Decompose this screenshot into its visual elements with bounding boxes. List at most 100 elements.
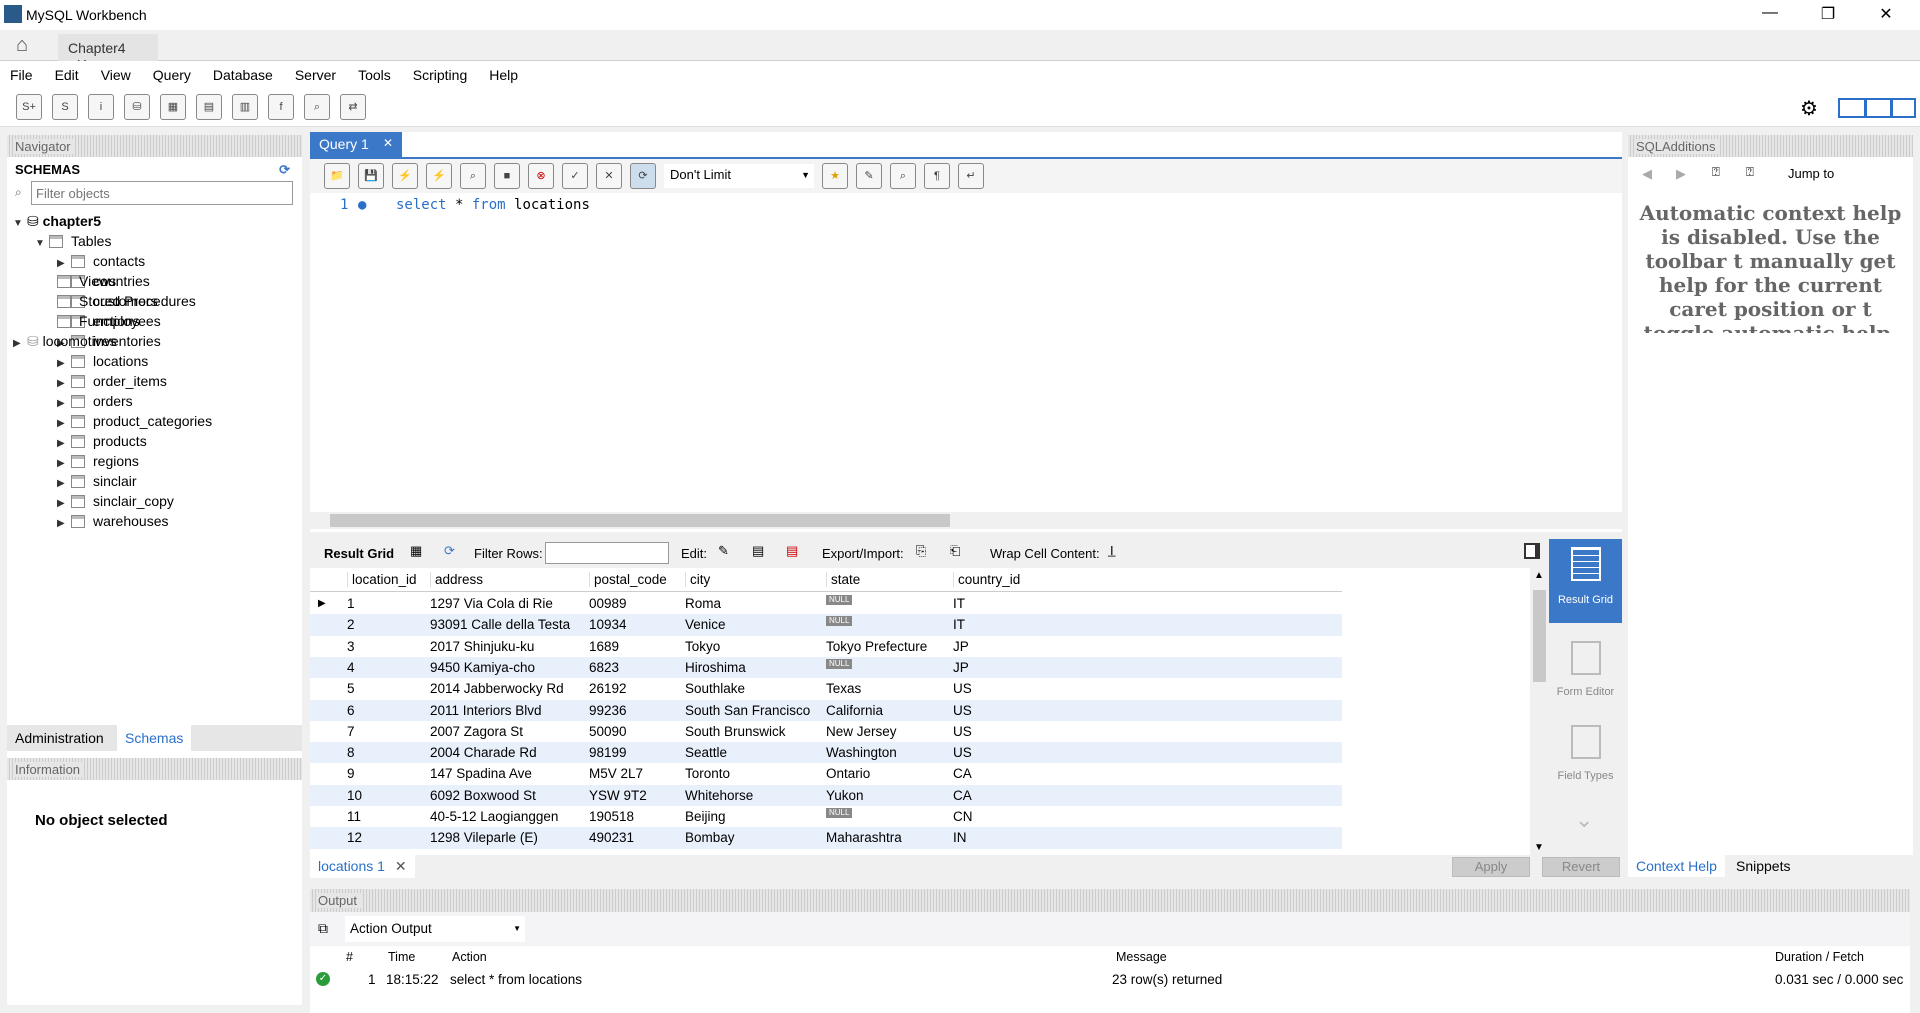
table-row[interactable]: 8 2004 Charade Rd 98199 Seattle Washington US — [310, 742, 1342, 764]
create-schema-icon[interactable]: ⛁ — [124, 94, 150, 120]
cell-location_id[interactable]: 10 — [343, 785, 362, 806]
cell-city[interactable]: Venice — [681, 614, 726, 635]
cell-postal_code[interactable]: YSW 9T2 — [585, 785, 647, 806]
cell-country_id[interactable]: US — [949, 742, 972, 763]
menu-view[interactable]: View — [101, 67, 131, 83]
cell-location_id[interactable]: 6 — [343, 700, 355, 721]
cell-country_id[interactable]: CN — [949, 806, 973, 827]
table-row[interactable]: 9 147 Spadina Ave M5V 2L7 Toronto Ontario CA — [310, 763, 1342, 784]
cell-location_id[interactable]: 12 — [343, 827, 362, 848]
tab-locations-1[interactable]: locations 1 ✕ — [310, 855, 415, 878]
cell-address[interactable]: 2014 Jabberwocky Rd — [426, 678, 564, 699]
grid-view-icon[interactable]: ▦ — [410, 543, 422, 559]
new-sql-tab-icon[interactable]: S+ — [16, 94, 42, 120]
table-node[interactable]: ▶ order_items — [13, 371, 296, 391]
expand-icon[interactable]: ▶ — [57, 514, 71, 534]
create-function-icon[interactable]: f — [268, 94, 294, 120]
table-row[interactable]: 6 2011 Interiors Blvd 99236 South San Franc… — [310, 699, 1342, 721]
cell-city[interactable]: Toronto — [681, 763, 730, 784]
cell-location_id[interactable]: 7 — [343, 721, 355, 742]
filter-rows-input[interactable] — [545, 542, 669, 564]
refresh-icon[interactable]: ⟳ — [279, 162, 290, 178]
menu-query[interactable]: Query — [153, 67, 191, 83]
find-icon[interactable]: ⌕ — [890, 163, 916, 189]
table-row[interactable]: ▶ 1 1297 Via Cola di Rie 00989 Roma NULL IT — [310, 593, 1342, 614]
cell-location_id[interactable]: 4 — [343, 657, 355, 678]
menu-tools[interactable]: Tools — [358, 67, 391, 83]
cell-address[interactable]: 6092 Boxwood St — [426, 785, 536, 806]
invisible-chars-icon[interactable]: ¶ — [924, 163, 950, 189]
cell-address[interactable]: 2007 Zagora St — [426, 721, 523, 742]
toggle-error-icon[interactable]: ⊗ — [528, 163, 554, 189]
import-icon[interactable]: ⎗ — [950, 543, 960, 559]
table-row[interactable]: 12 1298 Vileparle (E) 490231 Bombay Maharash… — [310, 827, 1342, 849]
tab-context-help[interactable]: Context Help — [1628, 855, 1725, 877]
cell-address[interactable]: 1298 Vileparle (E) — [426, 827, 538, 848]
cell-location_id[interactable]: 2 — [343, 614, 355, 635]
cell-city[interactable]: Bombay — [681, 827, 735, 848]
menu-server[interactable]: Server — [295, 67, 336, 83]
column-header[interactable]: state — [826, 572, 953, 587]
cell-postal_code[interactable]: 26192 — [585, 678, 627, 699]
create-table-icon[interactable]: ▦ — [160, 94, 186, 120]
cell-postal_code[interactable]: M5V 2L7 — [585, 763, 643, 784]
wrap-cell-icon[interactable]: I̲ — [1110, 543, 1114, 558]
form-editor-button[interactable]: Form Editor — [1549, 631, 1622, 715]
cell-country_id[interactable]: IT — [949, 614, 965, 635]
cell-country_id[interactable]: CA — [949, 785, 972, 806]
tab-schemas[interactable]: Schemas — [117, 725, 192, 751]
save-icon[interactable]: 💾 — [358, 163, 384, 189]
cell-state[interactable]: NULL — [822, 614, 853, 635]
open-sql-icon[interactable]: S — [52, 94, 78, 120]
cell-location_id[interactable]: 5 — [343, 678, 355, 699]
cell-state[interactable]: New Jersey — [822, 721, 897, 742]
table-node[interactable]: ▶ product_categories — [13, 411, 296, 431]
cell-city[interactable]: Beijing — [681, 806, 726, 827]
cell-postal_code[interactable]: 99236 — [585, 700, 627, 721]
limit-select[interactable]: Don't Limit ▼ — [664, 164, 814, 188]
cell-city[interactable]: Tokyo — [681, 636, 720, 657]
menu-database[interactable]: Database — [213, 67, 273, 83]
cell-address[interactable]: 40-5-12 Laogianggen — [426, 806, 558, 827]
layout-toggle-icons[interactable] — [1838, 98, 1916, 118]
menu-scripting[interactable]: Scripting — [413, 67, 467, 83]
table-node[interactable]: ▶ orders — [13, 391, 296, 411]
cell-location_id[interactable]: 8 — [343, 742, 355, 763]
delete-row-icon[interactable]: ▤ — [786, 543, 798, 559]
execute-icon[interactable]: ⚡ — [392, 163, 418, 189]
cell-postal_code[interactable]: 490231 — [585, 827, 634, 848]
close-tab-icon[interactable]: ✕ — [395, 858, 407, 874]
cell-address[interactable]: 2011 Interiors Blvd — [426, 700, 542, 721]
table-row[interactable]: 7 2007 Zagora St 50090 South Brunswick New J… — [310, 721, 1342, 742]
cell-address[interactable]: 2017 Shinjuku-ku — [426, 636, 534, 657]
cell-city[interactable]: South Brunswick — [681, 721, 786, 742]
copy-icon[interactable]: ⧉ — [318, 920, 328, 937]
settings-icon[interactable]: ⚙ — [1800, 96, 1818, 121]
horizontal-scrollbar[interactable] — [310, 512, 1622, 529]
cell-state[interactable]: NULL — [822, 806, 853, 827]
tab-query-1[interactable]: Query 1 ✕ — [310, 132, 402, 157]
cell-address[interactable]: 9450 Kamiya-cho — [426, 657, 535, 678]
inspector-icon[interactable]: i — [88, 94, 114, 120]
cell-postal_code[interactable]: 6823 — [585, 657, 619, 678]
table-node[interactable]: ▶ products — [13, 431, 296, 451]
table-node[interactable]: ▶ contacts — [13, 251, 296, 271]
cell-city[interactable]: Whitehorse — [681, 785, 753, 806]
table-row[interactable]: 11 40-5-12 Laogianggen 190518 Beijing NULL CN — [310, 806, 1342, 827]
cell-postal_code[interactable]: 190518 — [585, 806, 634, 827]
cell-country_id[interactable]: CA — [949, 763, 972, 784]
grid-vertical-scrollbar[interactable]: ▲ ▼ — [1530, 568, 1549, 855]
column-header[interactable]: location_id — [347, 572, 430, 587]
table-row[interactable]: 5 2014 Jabberwocky Rd 26192 Southlake Texas U… — [310, 678, 1342, 699]
table-node[interactable]: ▶ sinclair — [13, 471, 296, 491]
beautify-icon[interactable]: ✎ — [856, 163, 882, 189]
filter-objects-input[interactable] — [31, 181, 293, 205]
table-row[interactable]: 3 2017 Shinjuku-ku 1689 Tokyo Tokyo Prefectu… — [310, 636, 1342, 657]
close-button[interactable]: ✕ — [1866, 4, 1906, 24]
toggle-panel-icon[interactable] — [1524, 543, 1540, 559]
cell-address[interactable]: 93091 Calle della Testa — [426, 614, 570, 635]
table-row[interactable]: 4 9450 Kamiya-cho 6823 Hiroshima NULL JP — [310, 656, 1342, 679]
cell-address[interactable]: 147 Spadina Ave — [426, 763, 532, 784]
cell-city[interactable]: Roma — [681, 593, 721, 614]
cell-state[interactable]: Tokyo Prefecture — [822, 636, 927, 657]
